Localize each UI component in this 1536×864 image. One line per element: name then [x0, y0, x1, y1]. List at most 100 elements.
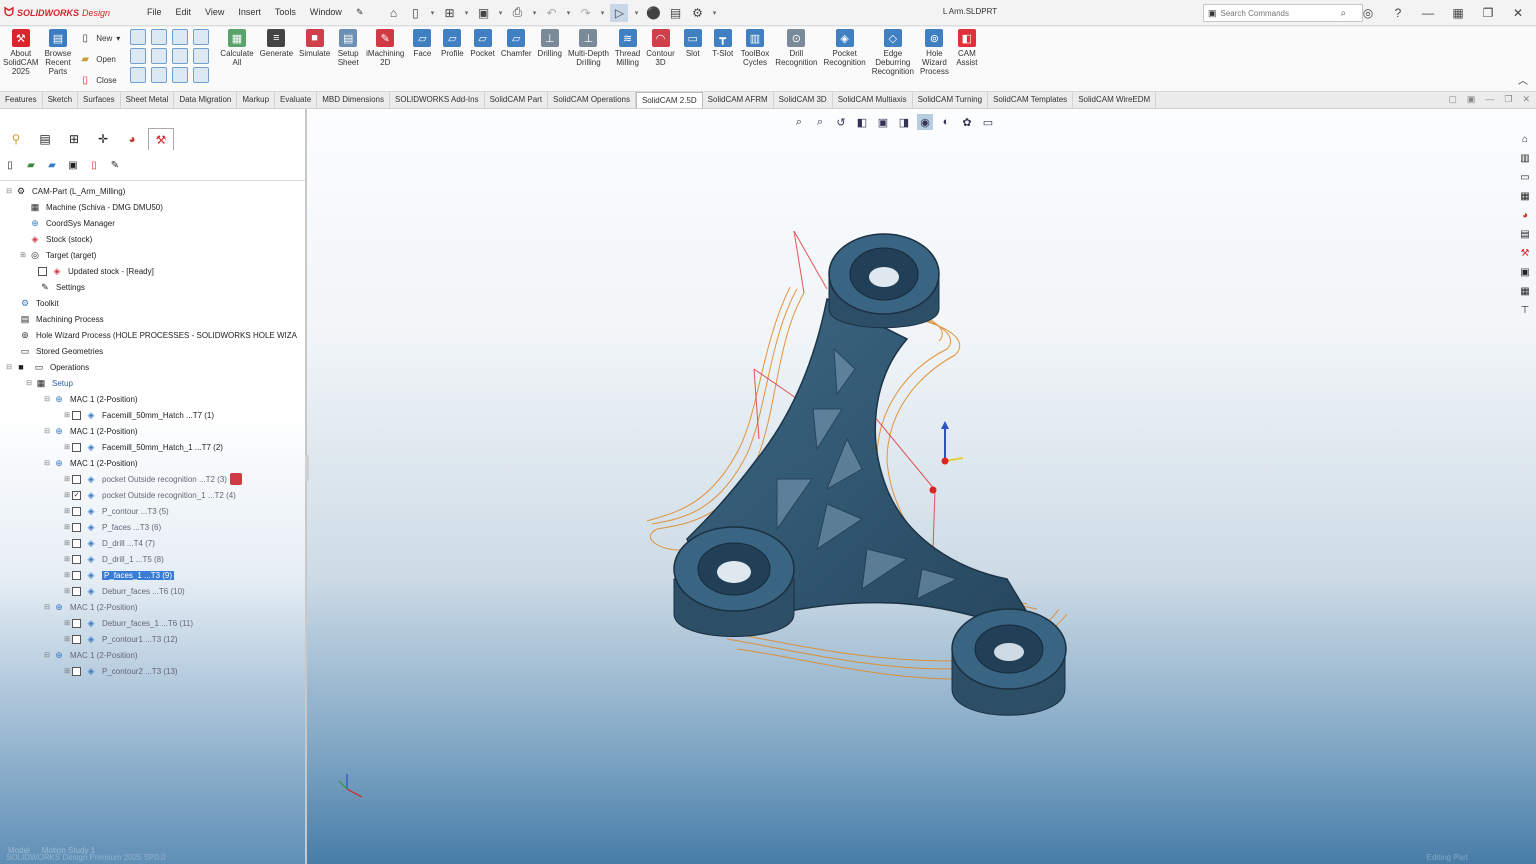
- op-checkbox[interactable]: [72, 634, 81, 644]
- chamfer-button[interactable]: ▱ Chamfer: [498, 29, 535, 58]
- tab-evaluate[interactable]: Evaluate: [275, 92, 318, 108]
- tool-grid-icon[interactable]: [151, 67, 168, 83]
- tab-sketch[interactable]: Sketch: [43, 92, 79, 108]
- feature-manager-tab-icon[interactable]: ⚲: [3, 128, 29, 150]
- expand-icon[interactable]: ⊞: [62, 507, 72, 515]
- tree-node-op2[interactable]: ⊞ ◈ Facemill_50mm_Hatch_1 ...T7 (2): [0, 439, 305, 455]
- options-dropdown-icon[interactable]: ▾: [710, 9, 718, 17]
- tool-icon[interactable]: ✎: [107, 157, 123, 173]
- tree-node-op9[interactable]: ⊞ ◈ P_faces_1 ...T3 (9): [0, 567, 305, 583]
- property-manager-tab-icon[interactable]: ▤: [32, 128, 58, 150]
- tool-grid-icon[interactable]: [151, 29, 168, 45]
- graphics-area[interactable]: ⌕ ⌕ ↺ ◧ ▣ ◨ ◉ ◐ ✿ ▭ ⌂ ▥ ▭ ▦ ◕ ▤ ⚒ ▣ ▦ ⊤: [307, 109, 1536, 864]
- tree-node-operations[interactable]: ⊟ ■ ▭ Operations: [0, 359, 305, 375]
- zoom-to-area-icon[interactable]: ⌕: [812, 114, 828, 130]
- solidcam-icon[interactable]: ⚒: [1517, 245, 1533, 261]
- redo-icon[interactable]: ↷: [576, 4, 594, 22]
- expand-icon[interactable]: ⊞: [62, 475, 72, 483]
- options-gear-icon[interactable]: ⚙: [688, 4, 706, 22]
- tool-grid-icon[interactable]: [172, 67, 189, 83]
- close-icon[interactable]: ✕: [1508, 3, 1528, 23]
- tree-node-op11[interactable]: ⊞ ◈ Deburr_faces_1 ...T6 (11): [0, 615, 305, 631]
- op-checkbox[interactable]: [72, 586, 81, 596]
- view-orientation-icon[interactable]: ▣: [875, 114, 891, 130]
- print-dropdown-icon[interactable]: ▾: [530, 9, 538, 17]
- menu-insert[interactable]: Insert: [231, 7, 268, 18]
- expand-icon[interactable]: ⊞: [62, 619, 72, 627]
- open-icon[interactable]: ⊞: [440, 4, 458, 22]
- expand-icon[interactable]: ⊞: [62, 491, 72, 499]
- toolbox-icon[interactable]: ▦: [1517, 283, 1533, 299]
- tab-data-migration[interactable]: Data Migration: [174, 92, 238, 108]
- redo-dropdown-icon[interactable]: ▾: [598, 9, 606, 17]
- collapse-icon[interactable]: ⊟: [42, 395, 52, 403]
- tool-grid-icon[interactable]: [193, 67, 210, 83]
- file-properties-icon[interactable]: ▤: [666, 4, 684, 22]
- pocket-recognition-button[interactable]: ◈ Pocket Recognition: [820, 29, 868, 67]
- save-dropdown-icon[interactable]: ▾: [496, 9, 504, 17]
- tree-node-hole-wizard[interactable]: ⊚ Hole Wizard Process (HOLE PROCESSES - S…: [0, 327, 305, 343]
- edge-deburring-recognition-button[interactable]: ◇ Edge Deburring Recognition: [869, 29, 917, 76]
- op-checkbox[interactable]: [72, 538, 81, 548]
- panel-resize-handle[interactable]: [305, 455, 309, 481]
- tool-grid-icon[interactable]: [193, 29, 210, 45]
- op-checkbox-checked[interactable]: ✓: [72, 490, 81, 500]
- open-cam-part-icon[interactable]: ▰: [23, 157, 39, 173]
- new-document-icon[interactable]: ▯: [406, 4, 424, 22]
- calculate-all-button[interactable]: ▦ Calculate All: [217, 29, 256, 67]
- generate-button[interactable]: ≡ Generate: [257, 29, 296, 58]
- imachining-2d-button[interactable]: ✎ iMachining 2D: [363, 29, 407, 67]
- tree-node-target[interactable]: ⊞ ◎ Target (target): [0, 247, 305, 263]
- browse-recent-parts-button[interactable]: ▤ Browse Recent Parts: [42, 29, 75, 76]
- tool-grid-icon[interactable]: [172, 29, 189, 45]
- tool-grid-icon[interactable]: [130, 29, 147, 45]
- help-icon[interactable]: ?: [1388, 3, 1408, 23]
- tree-node-op12[interactable]: ⊞ ◈ P_contour1 ...T3 (12): [0, 631, 305, 647]
- tree-node-mac1[interactable]: ⊟ ⊕ MAC 1 (2-Position): [0, 391, 305, 407]
- tab-solidcam-3d[interactable]: SolidCAM 3D: [774, 92, 833, 108]
- expand-icon[interactable]: ⊞: [62, 571, 72, 579]
- tree-node-op3[interactable]: ⊞ ◈ pocket Outside recognition ...T2 (3): [0, 471, 305, 487]
- slot-button[interactable]: ▭ Slot: [678, 29, 708, 58]
- apply-scene-icon[interactable]: ✿: [959, 114, 975, 130]
- tree-node-setup[interactable]: ⊟ ▦ Setup: [0, 375, 305, 391]
- file-explorer-icon[interactable]: ▭: [1517, 169, 1533, 185]
- menu-window[interactable]: Window: [303, 7, 349, 18]
- search-commands-box[interactable]: ▣ ⌕: [1203, 4, 1363, 22]
- tab-markup[interactable]: Markup: [237, 92, 276, 108]
- cam-assist-button[interactable]: ◧ CAM Assist: [952, 29, 982, 67]
- doc-split-icon[interactable]: ▣: [1467, 94, 1476, 105]
- thread-milling-button[interactable]: ≋ Thread Milling: [612, 29, 643, 67]
- face-button[interactable]: ▱ Face: [407, 29, 437, 58]
- previous-view-icon[interactable]: ↺: [833, 114, 849, 130]
- tree-node-op8[interactable]: ⊞ ◈ D_drill_1 ...T5 (8): [0, 551, 305, 567]
- search-scope-icon[interactable]: ▣: [1208, 8, 1217, 19]
- traffic-light-icon[interactable]: ⚫: [644, 4, 662, 22]
- select-dropdown-icon[interactable]: ▾: [632, 9, 640, 17]
- drilling-button[interactable]: ⊥ Drilling: [535, 29, 565, 58]
- section-view-icon[interactable]: ◧: [854, 114, 870, 130]
- tab-surfaces[interactable]: Surfaces: [78, 92, 121, 108]
- new-dropdown-icon[interactable]: ▾: [428, 9, 436, 17]
- contour-3d-button[interactable]: ◠ Contour 3D: [643, 29, 677, 67]
- op-checkbox[interactable]: [72, 666, 81, 676]
- save-icon[interactable]: ▣: [474, 4, 492, 22]
- new-cam-part-icon[interactable]: ▯: [2, 157, 18, 173]
- tree-node-mac4[interactable]: ⊟ ⊕ MAC 1 (2-Position): [0, 599, 305, 615]
- doc-minimize-icon[interactable]: —: [1485, 94, 1494, 105]
- restore-icon[interactable]: ❐: [1478, 3, 1498, 23]
- design-library-icon[interactable]: ▥: [1517, 150, 1533, 166]
- tab-solidcam-operations[interactable]: SolidCAM Operations: [548, 92, 636, 108]
- tool-grid-icon[interactable]: [193, 48, 210, 64]
- select-icon[interactable]: ▷: [610, 3, 629, 22]
- tree-node-op1[interactable]: ⊞ ◈ Facemill_50mm_Hatch ...T7 (1): [0, 407, 305, 423]
- tree-node-op7[interactable]: ⊞ ◈ D_drill ...T4 (7): [0, 535, 305, 551]
- expand-icon[interactable]: ⊞: [62, 523, 72, 531]
- menu-tools[interactable]: Tools: [268, 7, 303, 18]
- tree-node-machining-process[interactable]: ▤ Machining Process: [0, 311, 305, 327]
- simulate-button[interactable]: ■ Simulate: [296, 29, 333, 58]
- op-checkbox[interactable]: [72, 522, 81, 532]
- solidworks-logo[interactable]: ᗢ SOLIDWORKS Design: [0, 5, 140, 20]
- tree-node-coordsys[interactable]: ⊕ CoordSys Manager: [0, 215, 305, 231]
- expand-icon[interactable]: ⊞: [62, 539, 72, 547]
